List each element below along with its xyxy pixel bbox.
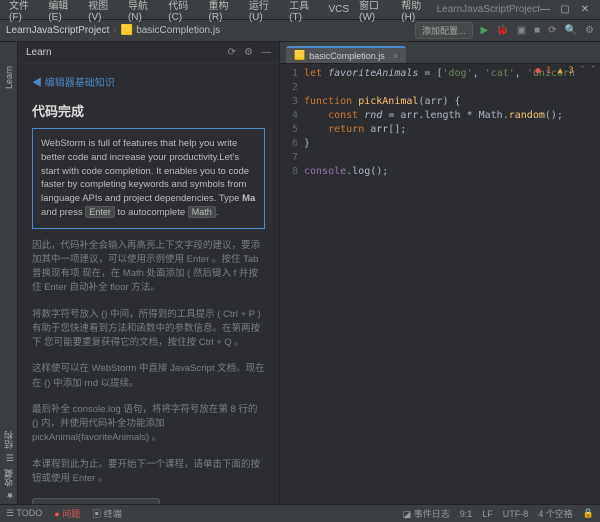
maximize-button[interactable]: ▢	[560, 5, 570, 15]
inspection-chevron-icon[interactable]: ˆ ˇ	[580, 66, 596, 76]
status-indent[interactable]: 4 个空格	[538, 507, 573, 520]
nav-bar: LearnJavaScriptProject › 🟨 basicCompleti…	[0, 20, 600, 42]
run-icon[interactable]: ▶	[481, 25, 489, 36]
status-line-sep[interactable]: LF	[482, 509, 493, 519]
menu-vcs[interactable]: VCS	[323, 4, 354, 15]
next-lesson-button[interactable]: 下一个: 代码检查的作用	[32, 498, 160, 504]
settings-icon[interactable]: ⚙	[585, 25, 594, 36]
editor-tab-label: basicCompletion.js	[309, 51, 385, 61]
learn-back-link[interactable]: ◀ 编辑器基础知识	[32, 74, 265, 89]
menu-edit[interactable]: 编辑(E)	[43, 0, 83, 23]
learn-panel: Learn ⟳ ⚙ — ◀ 编辑器基础知识 代码完成 WebStorm is f…	[18, 42, 280, 504]
status-terminal[interactable]: ▣ 终端	[92, 507, 122, 520]
coverage-icon[interactable]: ▣	[517, 25, 526, 36]
stop-icon[interactable]: ■	[534, 25, 540, 36]
menu-help[interactable]: 帮助(H)	[396, 0, 436, 23]
learn-step-5: 本课程到此为止。要开始下一个课程，请单击下面的按钮或使用 Enter 。	[32, 458, 265, 487]
close-tab-icon[interactable]: ×	[393, 51, 398, 61]
menu-bar: 文件(F) 编辑(E) 视图(V) 导航(N) 代码(C) 重构(R) 运行(U…	[0, 0, 600, 20]
chevron-icon: ›	[113, 25, 116, 36]
lock-icon[interactable]: 🔒	[583, 508, 594, 519]
sidebar-tab-favorites[interactable]: ★ 收藏	[2, 465, 15, 504]
menu-nav[interactable]: 导航(N)	[123, 0, 163, 23]
menu-file[interactable]: 文件(F)	[4, 0, 43, 23]
window-title: LearnJavaScriptProject	[437, 4, 540, 15]
learn-step-3: 这样使可以在 WebStorm 中直接 JavaScript 文档。现在在 ()…	[32, 362, 265, 391]
learn-heading: 代码完成	[32, 101, 265, 120]
minimize-button[interactable]: —	[540, 5, 550, 15]
run-config-dropdown[interactable]: 添加配置...	[415, 22, 473, 39]
debug-icon[interactable]: 🐞	[496, 25, 508, 36]
status-events[interactable]: ◪ 事件日志	[403, 507, 450, 520]
status-encoding[interactable]: UTF-8	[503, 509, 529, 519]
editor-tab[interactable]: 🟨 basicCompletion.js ×	[286, 46, 406, 63]
menu-tools[interactable]: 工具(T)	[284, 0, 323, 23]
menu-refactor[interactable]: 重构(R)	[204, 0, 244, 23]
hide-icon[interactable]: —	[261, 47, 271, 58]
left-tool-strip: Learn ☰ 结构 ★ 收藏	[0, 42, 18, 504]
learn-active-step: WebStorm is full of features that help y…	[32, 128, 265, 229]
status-problems[interactable]: ● 问题	[54, 507, 80, 520]
js-file-icon: 🟨	[121, 25, 133, 36]
js-file-icon: 🟨	[294, 50, 305, 61]
editor-area: 🟨 basicCompletion.js × ● 1 ▲ 3 ˆ ˇ 1let …	[280, 42, 600, 504]
warning-indicator[interactable]: ▲ 3	[557, 66, 573, 76]
code-editor[interactable]: ● 1 ▲ 3 ˆ ˇ 1let favoriteAnimals = ['dog…	[280, 64, 600, 504]
menu-view[interactable]: 视图(V)	[83, 0, 123, 23]
error-indicator[interactable]: ● 1	[535, 66, 551, 76]
learn-step-1: 因此，代码补全会输入再高亮上下文字段的建议，要添加其中一项建议，可以使用示例使用…	[32, 239, 265, 296]
status-bar: ☰ TODO ● 问题 ▣ 终端 ◪ 事件日志 9:1 LF UTF-8 4 个…	[0, 504, 600, 522]
menu-window[interactable]: 窗口(W)	[354, 0, 396, 23]
learn-step-4: 最后补全 console.log 语句，将将字符号放在第 8 行的 () 内，并…	[32, 403, 265, 446]
learn-panel-title: Learn	[26, 47, 52, 58]
vcs-icon[interactable]: ⟳	[548, 25, 556, 36]
status-cursor-pos[interactable]: 9:1	[460, 509, 473, 519]
refresh-icon[interactable]: ⟳	[228, 47, 236, 58]
close-button[interactable]: ✕	[580, 5, 590, 15]
breadcrumb-project[interactable]: LearnJavaScriptProject	[6, 25, 109, 36]
learn-step-2: 将数字符号放入 () 中间，所得到的工具提示 ( Ctrl + P ) 有助于您…	[32, 308, 265, 351]
search-icon[interactable]: 🔍	[565, 25, 577, 36]
menu-run[interactable]: 运行(U)	[244, 0, 284, 23]
menu-code[interactable]: 代码(C)	[163, 0, 203, 23]
breadcrumb-file[interactable]: basicCompletion.js	[136, 25, 220, 36]
gear-icon[interactable]: ⚙	[244, 47, 253, 58]
sidebar-tab-learn[interactable]: Learn	[4, 62, 14, 93]
status-todo[interactable]: ☰ TODO	[6, 508, 42, 519]
sidebar-tab-structure[interactable]: ☰ 结构	[2, 427, 15, 466]
editor-tab-bar: 🟨 basicCompletion.js ×	[280, 42, 600, 64]
